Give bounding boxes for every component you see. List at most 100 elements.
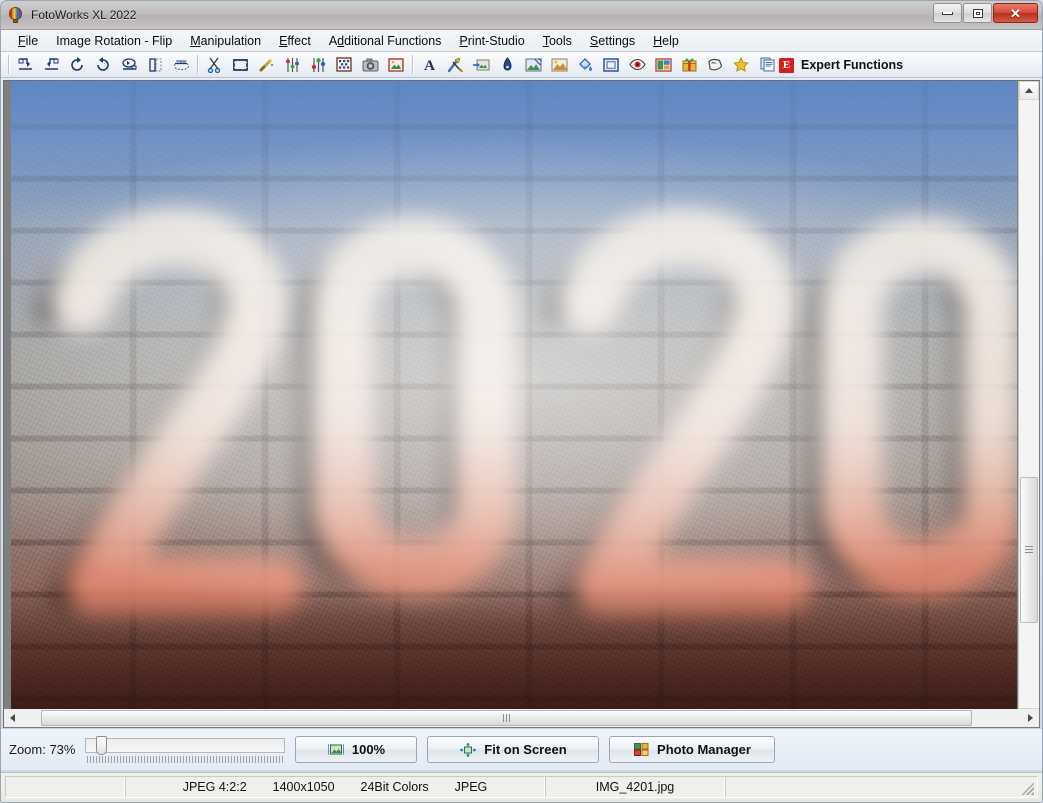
image-canvas-area: [3, 80, 1040, 728]
photo-manager-button[interactable]: Photo Manager: [609, 736, 776, 763]
mask-icon[interactable]: [703, 54, 727, 76]
toolbar-separator: [8, 55, 9, 74]
magic-wand-icon[interactable]: [254, 54, 278, 76]
fit-actual-size-icon: [327, 744, 344, 755]
fit-on-screen-label: Fit on Screen: [484, 742, 567, 757]
zoom-toolbar: Zoom: 73% 100% Fit on Screen Photo Manag…: [1, 728, 1042, 770]
rotate-cw-icon[interactable]: [91, 54, 115, 76]
maximize-button[interactable]: [963, 3, 992, 23]
status-dimensions: 1400x1050: [272, 780, 335, 794]
fit-on-screen-button[interactable]: Fit on Screen: [427, 736, 600, 763]
rotate-left-icon[interactable]: [13, 54, 37, 76]
scroll-right-button[interactable]: [1022, 710, 1039, 727]
minimize-icon: [942, 11, 953, 15]
photo-manager-label: Photo Manager: [657, 742, 751, 757]
scissors-crop-icon[interactable]: [202, 54, 226, 76]
application-window: FotoWorks XL 2022 ✕ File Image Rotation …: [0, 0, 1043, 803]
status-type: JPEG: [454, 780, 488, 794]
batch-icon[interactable]: [755, 54, 779, 76]
menu-additional-functions[interactable]: Additional Functions: [320, 32, 451, 50]
photo-frame-icon[interactable]: [384, 54, 408, 76]
retouch-brush-icon[interactable]: [443, 54, 467, 76]
resize-grip-icon[interactable]: [1022, 783, 1034, 795]
border-icon[interactable]: [599, 54, 623, 76]
color-balance-icon[interactable]: [306, 54, 330, 76]
menu-print-studio[interactable]: Print-Studio: [450, 32, 533, 50]
main-toolbar: A E Expert Functions: [1, 52, 1042, 78]
zoom-slider-thumb[interactable]: [96, 735, 108, 755]
flip-vertical-icon[interactable]: [143, 54, 167, 76]
svg-text:A: A: [424, 58, 435, 72]
text-tool-icon[interactable]: A: [417, 54, 441, 76]
menu-effect[interactable]: Effect: [270, 32, 320, 50]
status-format: JPEG 4:2:2: [182, 780, 247, 794]
fit-screen-icon: [460, 742, 477, 757]
chevron-up-icon: [1025, 88, 1033, 93]
rotate-right-icon[interactable]: [39, 54, 63, 76]
expert-functions-label: Expert Functions: [801, 58, 904, 72]
toolbar-separator: [412, 55, 413, 74]
camera-icon[interactable]: [358, 54, 382, 76]
rotate-ccw-icon[interactable]: [65, 54, 89, 76]
menu-image-rotation-flip[interactable]: Image Rotation - Flip: [47, 32, 181, 50]
menu-file[interactable]: File: [9, 32, 47, 50]
restore-icon: [972, 8, 983, 18]
status-image-info: JPEG 4:2:2 1400x1050 24Bit Colors JPEG: [125, 776, 545, 798]
status-bar: JPEG 4:2:2 1400x1050 24Bit Colors JPEG I…: [1, 772, 1042, 802]
ink-pen-icon[interactable]: [495, 54, 519, 76]
horizontal-scrollbar[interactable]: [4, 709, 1039, 727]
close-icon: ✕: [1010, 5, 1021, 21]
chevron-right-icon: [1028, 714, 1033, 722]
minimize-button[interactable]: [933, 3, 962, 23]
favorite-star-icon[interactable]: [729, 54, 753, 76]
photo-display[interactable]: [11, 81, 1017, 727]
title-bar: FotoWorks XL 2022 ✕: [1, 1, 1042, 30]
scroll-left-button[interactable]: [4, 710, 21, 727]
grid-tiles-icon: [634, 743, 649, 756]
menu-bar: File Image Rotation - Flip Manipulation …: [1, 30, 1042, 52]
grip-icon: [502, 714, 510, 722]
menu-tools[interactable]: Tools: [534, 32, 581, 50]
zoom-slider-track[interactable]: [85, 737, 286, 753]
menu-help[interactable]: Help: [644, 32, 688, 50]
status-filename: IMG_4201.jpg: [545, 776, 725, 798]
hot-air-balloon-icon: [8, 7, 24, 23]
status-colors: 24Bit Colors: [360, 780, 429, 794]
menu-settings[interactable]: Settings: [581, 32, 644, 50]
red-eye-icon[interactable]: [625, 54, 649, 76]
vertical-scrollbar[interactable]: [1018, 81, 1039, 727]
expert-badge-icon: E: [779, 57, 794, 73]
zoom-100-button[interactable]: 100%: [295, 736, 418, 763]
horizontal-scroll-thumb[interactable]: [41, 710, 972, 726]
toolbar-separator: [197, 55, 198, 74]
menu-manipulation[interactable]: Manipulation: [181, 32, 270, 50]
vertical-scroll-thumb[interactable]: [1020, 476, 1038, 623]
expert-functions-button[interactable]: E Expert Functions: [779, 52, 903, 78]
bottom-shadow: [11, 584, 1017, 727]
zoom-level-label: Zoom: 73%: [9, 742, 76, 757]
chevron-left-icon: [10, 714, 15, 722]
zoom-100-label: 100%: [351, 742, 386, 757]
flip-horizontal-icon[interactable]: [117, 54, 141, 76]
scroll-up-button[interactable]: [1019, 81, 1039, 100]
gift-icon[interactable]: [677, 54, 701, 76]
horizontal-scroll-track[interactable]: [21, 710, 1022, 726]
vertical-scroll-track[interactable]: [1019, 100, 1039, 708]
status-cell-empty-left: [5, 776, 125, 798]
perspective-icon[interactable]: [169, 54, 193, 76]
image-enhance-icon[interactable]: [547, 54, 571, 76]
zoom-slider[interactable]: [85, 735, 286, 765]
status-cell-empty-right: [725, 776, 1038, 798]
crop-frame-icon[interactable]: [228, 54, 252, 76]
mosaic-icon[interactable]: [332, 54, 356, 76]
window-controls: ✕: [933, 3, 1038, 23]
image-export-icon[interactable]: [469, 54, 493, 76]
close-button[interactable]: ✕: [993, 3, 1038, 23]
paint-bucket-icon[interactable]: [573, 54, 597, 76]
window-title: FotoWorks XL 2022: [31, 8, 137, 22]
zoom-slider-ticks: [87, 755, 284, 763]
collage-icon[interactable]: [651, 54, 675, 76]
levels-icon[interactable]: [280, 54, 304, 76]
grip-icon: [1025, 546, 1033, 554]
image-measure-icon[interactable]: [521, 54, 545, 76]
